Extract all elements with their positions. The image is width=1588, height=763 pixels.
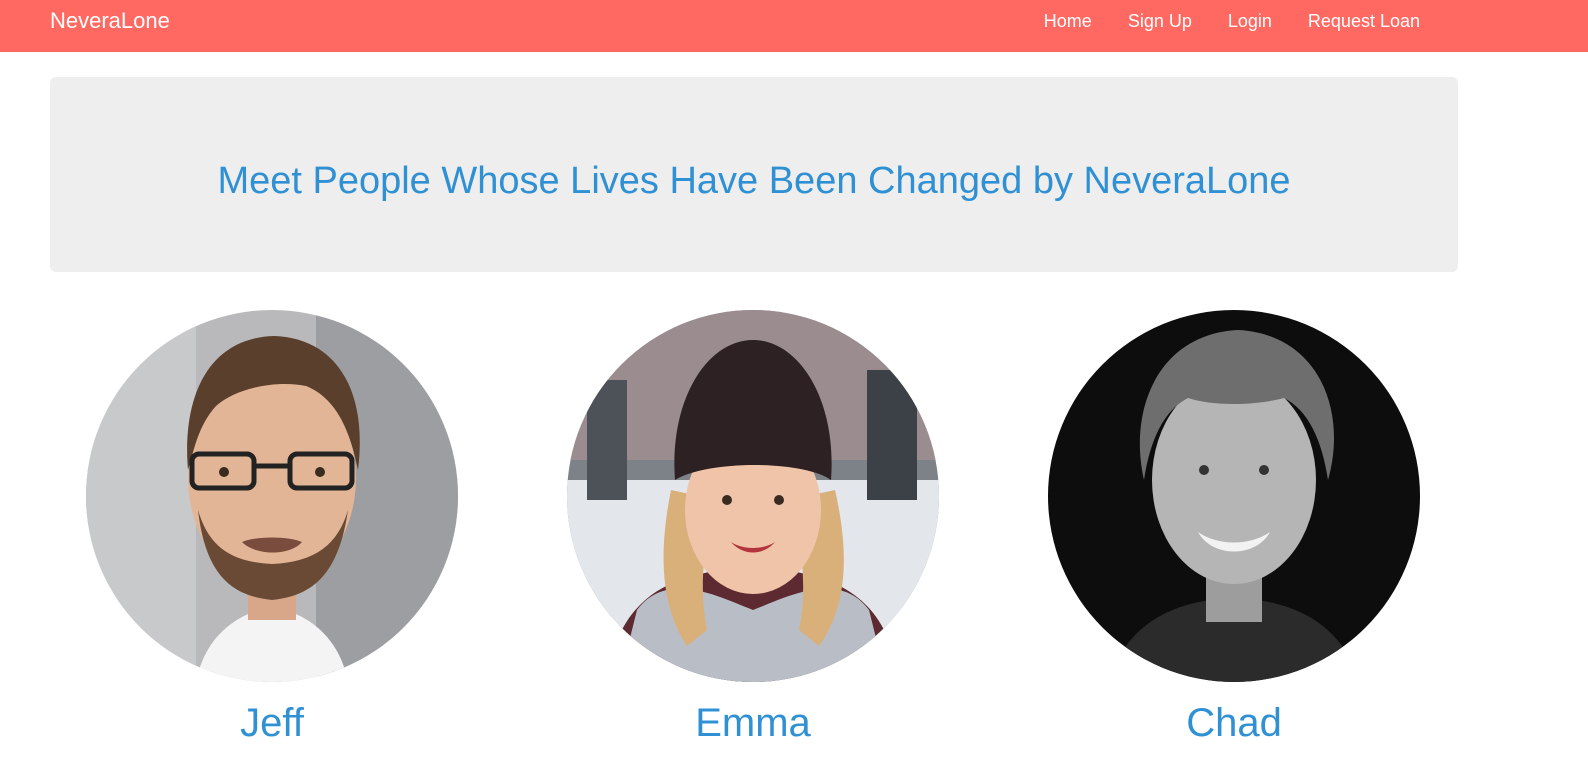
nav-link-home[interactable]: Home xyxy=(1026,0,1110,42)
person-name-emma: Emma xyxy=(695,701,811,745)
person-card-emma: Emma xyxy=(567,310,939,746)
hero-title: Meet People Whose Lives Have Been Change… xyxy=(217,160,1291,202)
person-name-chad: Chad xyxy=(1186,701,1282,745)
person-photo-emma xyxy=(567,310,939,682)
brand-logo-link[interactable]: NeveraLone xyxy=(50,0,170,42)
nav-link-sign-up[interactable]: Sign Up xyxy=(1110,0,1210,42)
hero-jumbotron: Meet People Whose Lives Have Been Change… xyxy=(50,77,1458,272)
nav-link-request-loan[interactable]: Request Loan xyxy=(1290,0,1438,42)
top-navbar: NeveraLone Home Sign Up Login Request Lo… xyxy=(0,0,1588,52)
person-photo-jeff xyxy=(86,310,458,682)
nav-link-login[interactable]: Login xyxy=(1210,0,1290,42)
nav-links: Home Sign Up Login Request Loan xyxy=(1026,0,1438,42)
person-card-chad: Chad xyxy=(1048,310,1420,746)
person-photo-chad xyxy=(1048,310,1420,682)
person-name-jeff: Jeff xyxy=(240,701,304,745)
person-card-jeff: Jeff xyxy=(86,310,458,746)
